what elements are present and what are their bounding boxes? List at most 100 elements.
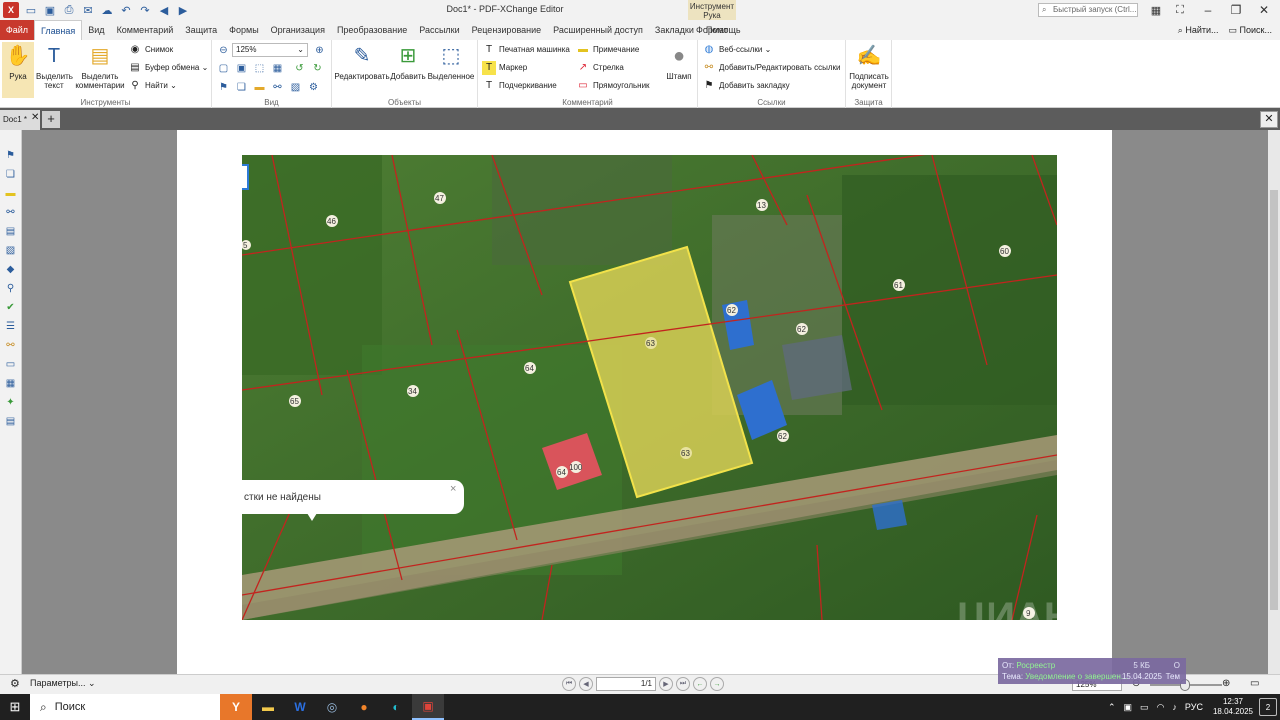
tags-pane-icon[interactable]: ◆ (3, 262, 18, 277)
articles-pane-icon[interactable]: ☰ (3, 319, 18, 334)
tab-share[interactable]: Расширенный доступ (547, 20, 649, 40)
close-window-button[interactable]: ✕ (1250, 0, 1278, 20)
zoom-combo[interactable]: 125% ⌄ (232, 43, 308, 57)
add-bookmark-button[interactable]: ⚑ Добавить закладку (702, 79, 790, 93)
email-icon[interactable]: ✉ (80, 3, 96, 17)
rotate-right-icon[interactable]: ↻ (310, 61, 325, 76)
rotate-left-icon[interactable]: ↺ (292, 61, 307, 76)
fit-visible-icon[interactable]: ▦ (270, 61, 285, 76)
tab-view[interactable]: Вид (82, 20, 110, 40)
add-edit-links-button[interactable]: ⚯ Добавить/Редактировать ссылки (702, 61, 841, 75)
redo-icon[interactable]: ↷ (137, 3, 153, 17)
thumbnails-pane-icon[interactable]: ❏ (3, 167, 18, 182)
layers-pane-icon[interactable]: ▤ (3, 224, 18, 239)
tab-home[interactable]: Главная (34, 20, 83, 40)
select-comments-button[interactable]: ▤ Выделить комментарии (74, 42, 126, 91)
find-tool-button[interactable]: ⚲ Найти ⌄ (128, 79, 176, 93)
undo-icon[interactable]: ↶ (118, 3, 134, 17)
file-menu-button[interactable]: Файл (0, 20, 34, 40)
scanner-icon[interactable]: ☁ (99, 3, 115, 17)
content-pane-icon[interactable]: ▧ (3, 243, 18, 258)
wifi-icon[interactable]: ◠ (1153, 702, 1169, 713)
pages-icon[interactable]: ❏ (234, 80, 249, 95)
clock[interactable]: 12:37 18.04.2025 (1207, 697, 1259, 717)
layers-icon[interactable]: ▧ (288, 80, 303, 95)
start-button[interactable]: ⊞ (0, 694, 30, 720)
mail-notification[interactable]: От: Росреестр 5 КБ О Тема: Уведомление о… (998, 658, 1186, 684)
properties-icon[interactable]: ⚙ (306, 80, 321, 95)
note-button[interactable]: ▬ Примечание (576, 43, 639, 57)
new-tab-button[interactable]: + (42, 111, 60, 128)
measure-pane-icon[interactable]: ▭ (3, 357, 18, 372)
next-page-icon[interactable]: ▶ (659, 677, 673, 691)
network-app-icon[interactable]: ◎ (316, 694, 348, 720)
rectangle-button[interactable]: ▭ Прямоугольник (576, 79, 649, 93)
search-pane-icon[interactable]: ⚲ (3, 281, 18, 296)
save-icon[interactable]: ▣ (42, 3, 58, 17)
tray-app-icon[interactable]: ▣ (1120, 702, 1137, 713)
prev-page-icon[interactable]: ◀ (579, 677, 593, 691)
fit-page-icon[interactable]: ▣ (234, 61, 249, 76)
bookmarks-pane-icon[interactable]: ⚑ (3, 148, 18, 163)
tab-organize[interactable]: Организация (265, 20, 331, 40)
forms-pane-icon[interactable]: ▦ (3, 376, 18, 391)
sign-document-button[interactable]: ✍ Подписать документ (848, 42, 890, 91)
comments-pane-icon[interactable]: ▬ (252, 80, 267, 95)
back-view-icon[interactable]: ← (693, 677, 707, 691)
forward-view-icon[interactable]: → (710, 677, 724, 691)
edge-icon[interactable]: ◐ (380, 694, 412, 720)
comments-pane-icon[interactable]: ▬ (3, 186, 18, 201)
attachments-pane-icon[interactable]: ⚯ (3, 205, 18, 220)
close-tab-icon[interactable]: ✕ (31, 110, 39, 126)
first-page-icon[interactable]: ⏮ (562, 677, 576, 691)
language-indicator[interactable]: РУС (1181, 702, 1207, 712)
volume-icon[interactable]: ♪ (1168, 702, 1181, 712)
view-mode-icon[interactable]: ▭ (1250, 678, 1259, 689)
selected-object-button[interactable]: ⬚ Выделенное (426, 42, 476, 82)
network-icon[interactable]: ▭ (1136, 702, 1153, 713)
tray-expand-icon[interactable]: ⌃ (1104, 702, 1120, 713)
destinations-pane-icon[interactable]: ✦ (3, 395, 18, 410)
attachments-icon[interactable]: ⚯ (270, 80, 285, 95)
file-explorer-icon[interactable]: ▬ (252, 694, 284, 720)
vertical-scrollbar[interactable] (1268, 130, 1280, 674)
arrow-button[interactable]: ↗ Стрелка (576, 61, 624, 75)
highlighter-button[interactable]: T Маркер (482, 61, 527, 75)
parameters-button[interactable]: Параметры... ⌄ (30, 678, 96, 689)
web-links-button[interactable]: ◍ Веб-ссылки ⌄ (702, 43, 772, 57)
edit-content-button[interactable]: ✎ Редактировать (334, 42, 390, 82)
tab-protect[interactable]: Защита (179, 20, 223, 40)
nav-forward-icon[interactable]: ▶ (175, 3, 191, 17)
zoom-out-icon[interactable]: ⊖ (216, 43, 231, 58)
quick-launch-search[interactable]: ⌕ Быстрый запуск (Ctrl... (1038, 3, 1138, 17)
taskbar-search[interactable]: ⌕ Поиск (30, 694, 220, 720)
actual-size-icon[interactable]: ▢ (216, 61, 231, 76)
select-text-button[interactable]: T Выделить текст (36, 42, 73, 91)
typewriter-button[interactable]: T Печатная машинка (482, 43, 570, 57)
nav-back-icon[interactable]: ◀ (156, 3, 172, 17)
snapshot-button[interactable]: ◉ Снимок (128, 43, 174, 57)
clipboard-button[interactable]: ▤ Буфер обмена ⌄ (128, 61, 208, 75)
print-icon[interactable]: ⎙ (61, 3, 77, 17)
open-folder-icon[interactable]: ▭ (23, 3, 39, 17)
search-button[interactable]: ▭ Поиск... (1229, 25, 1272, 36)
pdf-xchange-taskbar-icon[interactable]: ▣ (412, 694, 444, 720)
yandex-browser-icon[interactable]: Y (220, 694, 252, 720)
tab-comment[interactable]: Комментарий (111, 20, 180, 40)
page-number-field[interactable]: 1/1 (596, 677, 656, 691)
tab-mailings[interactable]: Рассылки (413, 20, 465, 40)
fullscreen-icon[interactable]: ⛶ (1166, 0, 1194, 20)
stamp-button[interactable]: ● Штамп (662, 42, 696, 82)
tab-forms[interactable]: Формы (223, 20, 265, 40)
tab-format[interactable]: Формат (690, 20, 734, 40)
last-page-icon[interactable]: ⏭ (676, 677, 690, 691)
settings-gear-icon[interactable]: ⚙ (10, 677, 20, 690)
fit-width-icon[interactable]: ⬚ (252, 61, 267, 76)
notification-center-icon[interactable]: 2 (1259, 698, 1277, 716)
word-icon[interactable]: W (284, 694, 316, 720)
restore-button[interactable]: ❐ (1222, 0, 1250, 20)
zoom-in-status-icon[interactable]: ⊕ (1222, 678, 1230, 689)
links-pane-icon[interactable]: ⚯ (3, 338, 18, 353)
signatures-pane-icon[interactable]: ✔ (3, 300, 18, 315)
scrollbar-thumb[interactable] (1270, 190, 1278, 610)
